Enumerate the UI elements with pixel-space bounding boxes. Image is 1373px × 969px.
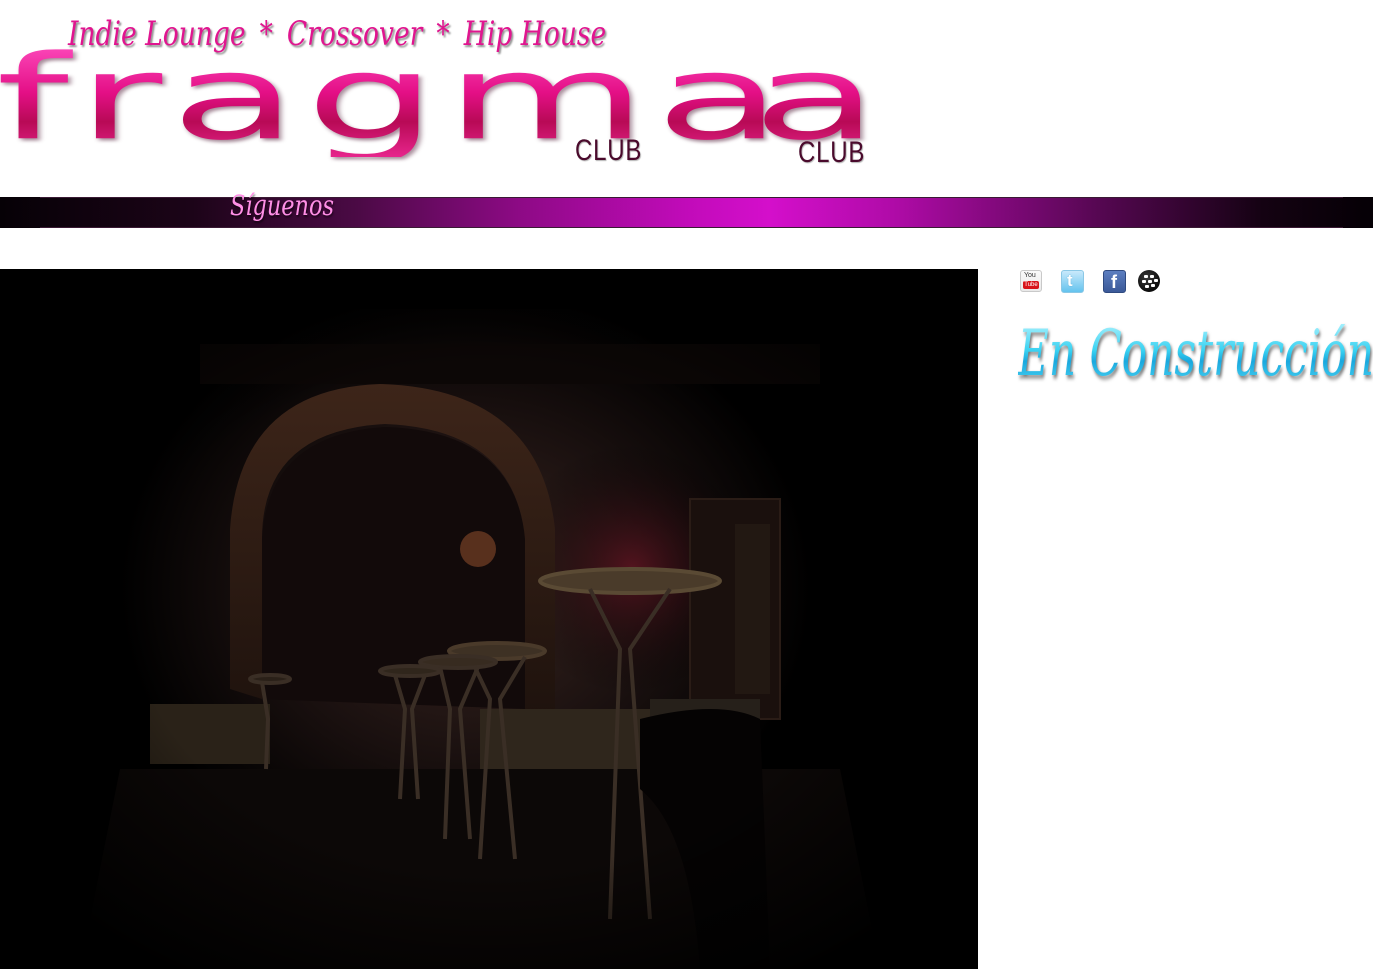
bbm-icon-dot	[1150, 275, 1154, 278]
twitter-icon-glyph: t	[1067, 271, 1073, 290]
bbm-icon-dot	[1142, 280, 1146, 283]
bbm-icon-dot	[1145, 285, 1149, 288]
logo-club-label: CLUB	[575, 134, 643, 167]
site-logo[interactable]: fragma a	[0, 40, 900, 180]
bbm-icon-dot	[1148, 280, 1152, 283]
youtube-icon-label-top: You	[1024, 272, 1036, 279]
youtube-icon-label-bottom: Tube	[1023, 281, 1039, 289]
facebook-icon-glyph: f	[1111, 272, 1117, 292]
bbm-icon-dot	[1151, 284, 1155, 287]
nav-bar	[0, 197, 1373, 228]
twitter-icon[interactable]: t	[1061, 270, 1084, 293]
bbm-icon[interactable]	[1138, 270, 1160, 292]
logo-wordmark: fragma	[0, 40, 790, 157]
bbm-icon-dot	[1144, 275, 1148, 278]
bbm-icon-dot	[1154, 279, 1158, 282]
facebook-icon[interactable]: f	[1103, 270, 1126, 293]
page: Indie Lounge * Crossover * Hip House fragma …	[0, 0, 1373, 969]
under-construction-heading: En Construcción	[1018, 317, 1373, 391]
follow-us-link[interactable]: Síguenos	[230, 189, 334, 222]
youtube-icon[interactable]: You Tube	[1020, 270, 1042, 292]
logo-club-label: CLUB	[798, 136, 866, 169]
club-interior-photo	[0, 269, 978, 969]
